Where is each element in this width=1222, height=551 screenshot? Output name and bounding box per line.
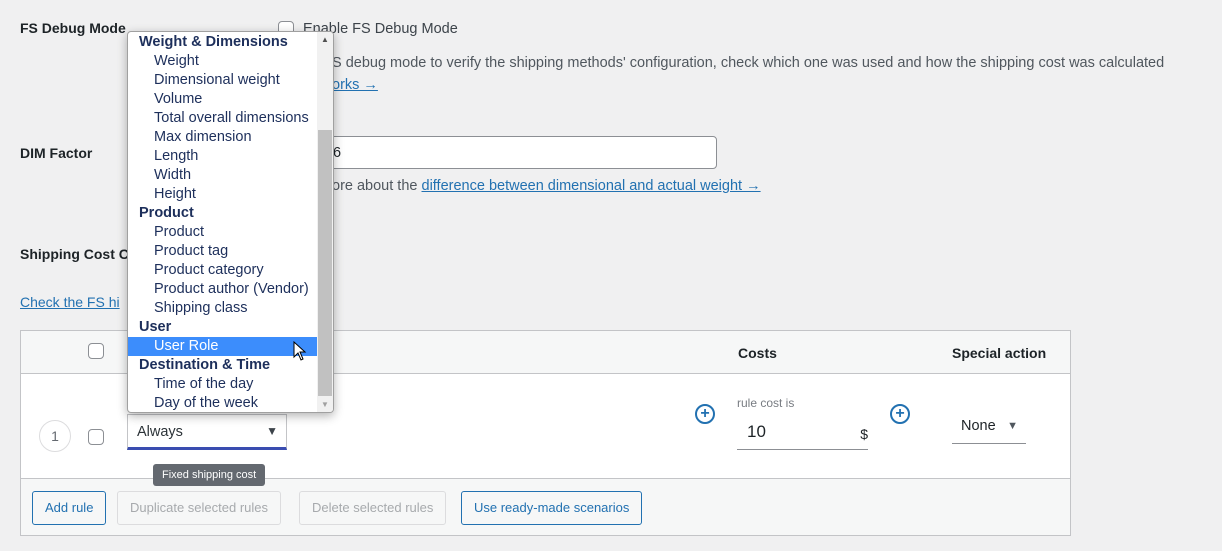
dropdown-option[interactable]: Product tag [128, 242, 317, 261]
dropdown-option[interactable]: Weight [128, 52, 317, 71]
dropdown-option[interactable]: Total overall dimensions [128, 109, 317, 128]
condition-value: Always [137, 424, 183, 440]
scroll-up-arrow-icon[interactable]: ▲ [321, 35, 329, 44]
condition-select[interactable]: Always ▼ [127, 414, 287, 450]
dropdown-option[interactable]: Product author (Vendor) [128, 280, 317, 299]
dropdown-option[interactable]: Shipping class [128, 299, 317, 318]
special-action-value: None [961, 418, 996, 434]
tooltip: Fixed shipping cost [153, 464, 266, 486]
option-group-label: User [139, 319, 172, 335]
fs-hints-link[interactable]: Check the FS hi [20, 294, 120, 310]
dim-factor-input[interactable]: 6 [300, 136, 717, 169]
option-group-label: Destination & Time [139, 357, 271, 373]
dropdown-scrollbar[interactable]: ▲ ▼ [317, 32, 333, 412]
add-condition-plus-icon[interactable]: + [695, 404, 715, 424]
debug-mode-description: S debug mode to verify the shipping meth… [332, 55, 1165, 71]
currency-symbol: $ [860, 426, 868, 442]
costs-header: Costs [738, 345, 777, 361]
debug-mode-label: FS Debug Mode [20, 20, 126, 36]
add-cost-plus-icon[interactable]: + [890, 404, 910, 424]
caret-down-icon: ▼ [266, 424, 278, 438]
delete-rules-button[interactable]: Delete selected rules [299, 491, 447, 525]
select-all-checkbox[interactable] [88, 343, 104, 359]
option-group-label: Product [139, 205, 194, 221]
cost-value: 10 [747, 422, 766, 441]
mouse-cursor-icon [293, 340, 307, 367]
scroll-down-arrow-icon[interactable]: ▼ [321, 400, 329, 409]
dropdown-option[interactable]: Height [128, 185, 317, 204]
dim-factor-description: ore about the [332, 178, 422, 194]
rule-number: 1 [39, 420, 71, 452]
dropdown-option[interactable]: Product [128, 223, 317, 242]
caret-down-icon: ▼ [1007, 420, 1018, 432]
option-group-label: Weight & Dimensions [139, 34, 288, 50]
rule-checkbox[interactable] [88, 429, 104, 445]
shipping-cost-label: Shipping Cost C [20, 246, 129, 262]
dim-difference-link[interactable]: difference between dimensional and actua… [422, 178, 761, 194]
cost-label: rule cost is [737, 396, 795, 410]
dropdown-option[interactable]: Product category [128, 261, 317, 280]
dropdown-option[interactable]: Volume [128, 90, 317, 109]
special-action-select[interactable]: None ▼ [952, 408, 1026, 444]
dropdown-option[interactable]: Max dimension [128, 128, 317, 147]
special-action-header: Special action [952, 345, 1047, 361]
dropdown-option[interactable]: Width [128, 166, 317, 185]
dropdown-option[interactable]: Length [128, 147, 317, 166]
dropdown-option[interactable]: Day of the week [128, 394, 317, 412]
dim-factor-label: DIM Factor [20, 145, 93, 161]
dropdown-option[interactable]: Dimensional weight [128, 71, 317, 90]
dropdown-option[interactable]: Time of the day [128, 375, 317, 394]
duplicate-rules-button[interactable]: Duplicate selected rules [117, 491, 282, 525]
dim-factor-value: 6 [333, 145, 342, 161]
scrollbar-thumb[interactable] [318, 130, 332, 396]
add-rule-button[interactable]: Add rule [32, 491, 107, 525]
debug-mode-learn-link[interactable]: orks → [332, 77, 378, 93]
ready-made-scenarios-button[interactable]: Use ready-made scenarios [461, 491, 643, 525]
dropdown-option[interactable]: User Role [128, 337, 317, 356]
cost-input[interactable]: 10 $ [737, 414, 868, 450]
